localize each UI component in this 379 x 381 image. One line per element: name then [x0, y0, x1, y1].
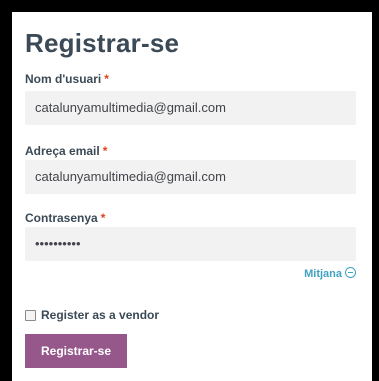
checkbox-icon[interactable]	[25, 309, 36, 321]
email-field[interactable]: catalunyamultimedia@gmail.com	[25, 160, 356, 194]
email-label-text: Adreça email	[25, 144, 100, 158]
register-panel: Registrar-se Nom d'usuari * catalunyamult…	[12, 12, 372, 381]
page-title: Registrar-se	[25, 28, 180, 58]
required-marker: *	[104, 72, 109, 86]
email-value: catalunyamultimedia@gmail.com	[35, 169, 226, 184]
neutral-face-icon	[345, 267, 356, 278]
register-vendor-checkbox[interactable]: Register as a vendor	[25, 308, 159, 322]
password-strength-text: Mitjana	[304, 268, 342, 280]
username-label-text: Nom d'usuari	[25, 72, 102, 86]
register-vendor-label: Register as a vendor	[41, 308, 160, 322]
username-value: catalunyamultimedia@gmail.com	[35, 100, 226, 115]
password-label-text: Contrasenya	[25, 211, 98, 225]
password-strength-indicator: Mitjana	[304, 267, 356, 280]
register-button[interactable]: Registrar-se	[25, 334, 127, 368]
username-field[interactable]: catalunyamultimedia@gmail.com	[25, 91, 356, 125]
password-label: Contrasenya *	[25, 211, 105, 225]
email-label: Adreça email *	[25, 144, 107, 158]
password-field[interactable]: ••••••••••	[25, 227, 356, 261]
required-marker: *	[100, 211, 106, 225]
required-marker: *	[102, 144, 108, 158]
password-value: ••••••••••	[35, 236, 81, 251]
username-label: Nom d'usuari *	[25, 72, 109, 86]
